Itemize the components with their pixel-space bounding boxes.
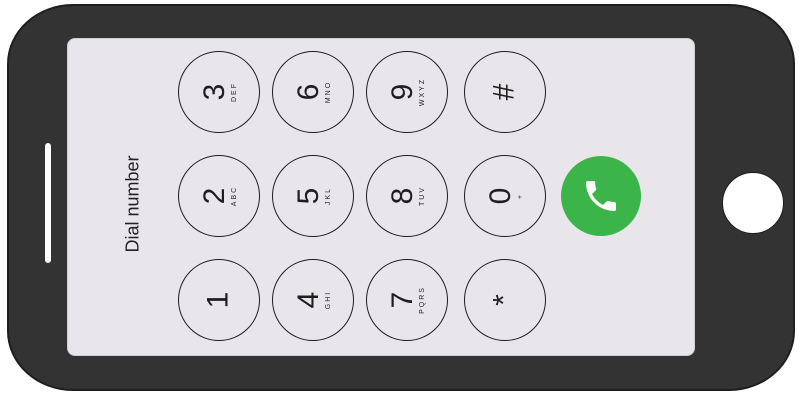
key-digit: 7 — [386, 291, 419, 309]
home-button[interactable] — [722, 172, 784, 234]
key-digit: # — [487, 83, 521, 101]
key-digit: * — [487, 294, 521, 306]
key-digit: 2 — [198, 187, 231, 205]
key-digit: 9 — [386, 83, 419, 101]
key-4[interactable]: 4 GHI — [272, 259, 354, 341]
key-digit: 5 — [292, 187, 325, 205]
key-digit: 4 — [292, 291, 325, 309]
key-digit: 0 — [484, 187, 517, 205]
key-7[interactable]: 7 PQRS — [366, 259, 448, 341]
key-letters: JKL — [325, 186, 332, 206]
key-letters: + — [517, 192, 524, 200]
key-letters: PQRS — [419, 286, 426, 314]
key-6[interactable]: 6 MNO — [272, 51, 354, 133]
key-letters: MNO — [325, 80, 332, 104]
key-0[interactable]: 0 + — [464, 155, 546, 237]
phone-icon — [586, 181, 616, 211]
key-digit: 3 — [198, 83, 231, 101]
dial-number-label: Dial number — [122, 155, 143, 253]
key-digit: 6 — [292, 83, 325, 101]
call-button[interactable] — [561, 156, 641, 236]
key-letters: WXYZ — [419, 77, 426, 107]
key-letters: DEF — [231, 82, 238, 102]
speaker-grille — [45, 143, 51, 263]
key-1[interactable]: 1 — [178, 259, 260, 341]
key-letters: ABC — [231, 185, 238, 207]
key-9[interactable]: 9 WXYZ — [366, 51, 448, 133]
key-digit: 8 — [386, 187, 419, 205]
key-2[interactable]: 2 ABC — [178, 155, 260, 237]
key-8[interactable]: 8 TUV — [366, 155, 448, 237]
key-digit: 1 — [201, 291, 235, 309]
key-letters: GHI — [325, 290, 332, 310]
key-star[interactable]: * — [464, 259, 546, 341]
key-3[interactable]: 3 DEF — [178, 51, 260, 133]
key-hash[interactable]: # — [464, 51, 546, 133]
key-letters: TUV — [419, 186, 426, 206]
key-5[interactable]: 5 JKL — [272, 155, 354, 237]
